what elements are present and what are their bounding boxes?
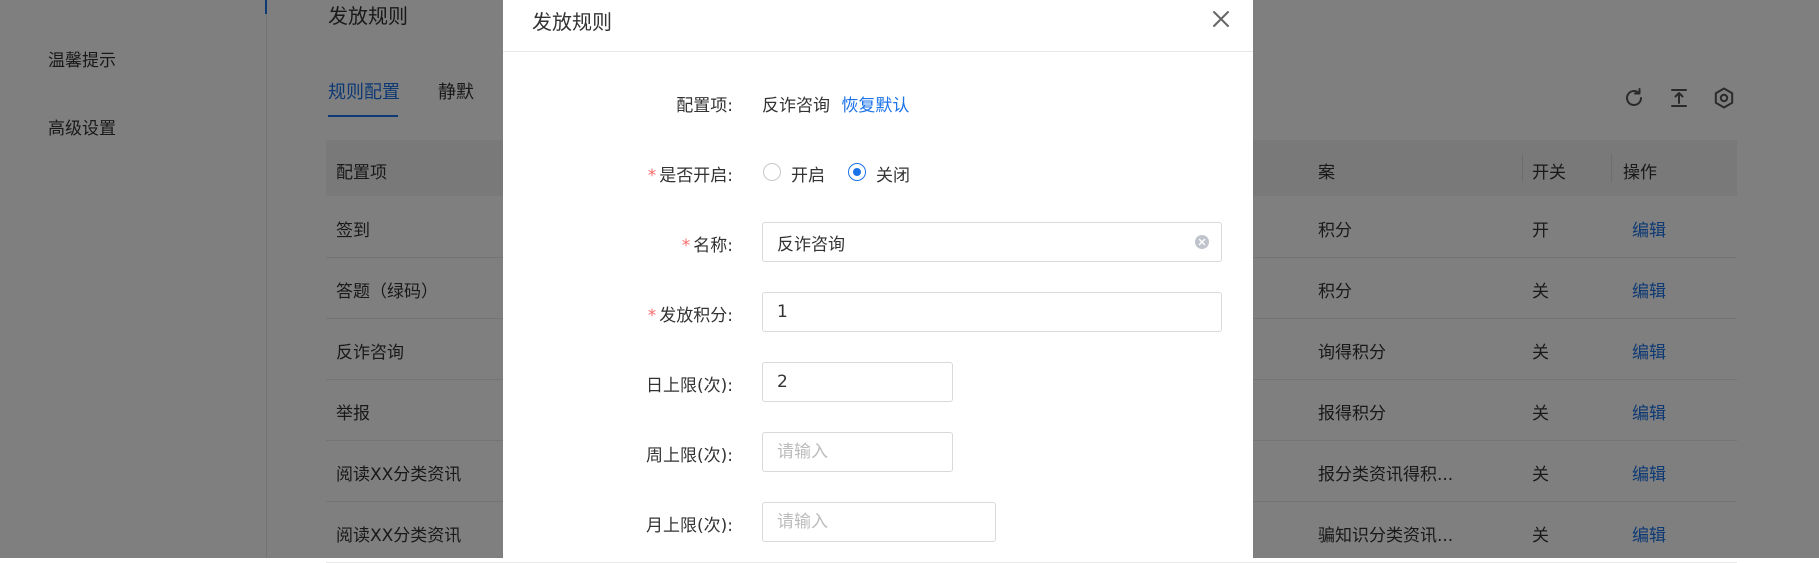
required-mark: * [681, 236, 691, 256]
enabled-label: * 是否开启: [503, 161, 733, 186]
close-icon[interactable] [1209, 7, 1233, 31]
dialog-title: 发放规则 [532, 10, 612, 34]
radio-disable-label[interactable]: 关闭 [876, 161, 910, 186]
daily-limit-label: 日上限(次): [646, 376, 733, 396]
config-item-value-text: 反诈咨询 [762, 96, 830, 116]
enabled-label-text: 是否开启: [659, 166, 733, 186]
points-input[interactable] [762, 292, 1222, 332]
radio-enable-label[interactable]: 开启 [791, 161, 825, 186]
required-mark: * [647, 166, 657, 186]
restore-default-link[interactable]: 恢复默认 [841, 96, 909, 116]
points-label: * 发放积分: [503, 301, 733, 326]
radio-disable[interactable] [848, 163, 866, 181]
name-input[interactable] [762, 222, 1222, 262]
config-item-value: 反诈咨询 恢复默认 [762, 91, 909, 116]
clear-icon[interactable] [1194, 234, 1210, 250]
name-label: * 名称: [503, 231, 733, 256]
required-mark: * [647, 306, 657, 326]
radio-enable[interactable] [763, 163, 781, 181]
points-label-text: 发放积分: [659, 306, 733, 326]
weekly-limit-input[interactable] [762, 432, 953, 472]
name-label-text: 名称: [693, 236, 733, 256]
weekly-limit-label: 周上限(次): [646, 446, 733, 466]
monthly-limit-label: 月上限(次): [646, 516, 733, 536]
rule-dialog: 发放规则 配置项: 反诈咨询 恢复默认 *是否开启: 开启 关闭 *名称: *发… [503, 0, 1253, 558]
daily-limit-input[interactable] [762, 362, 953, 402]
dialog-header: 发放规则 [503, 0, 1253, 52]
config-item-label: 配置项: [676, 96, 733, 116]
monthly-limit-input[interactable] [762, 502, 996, 542]
